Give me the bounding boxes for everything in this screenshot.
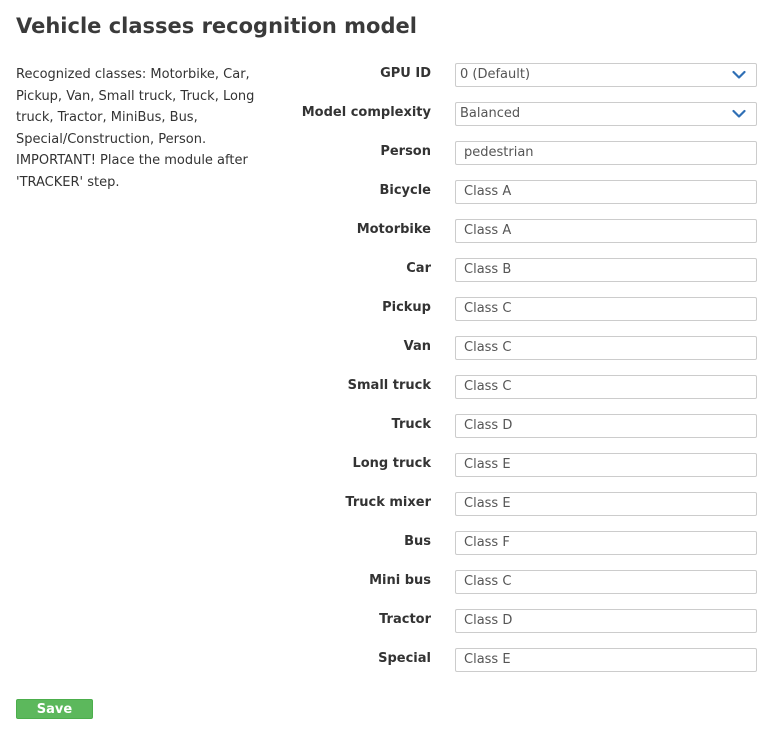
- car-label: Car: [406, 261, 431, 276]
- bicycle-input[interactable]: Class A: [455, 180, 757, 204]
- truck-mixer-input[interactable]: Class E: [455, 492, 757, 516]
- long-truck-label: Long truck: [352, 456, 431, 471]
- small-truck-label: Small truck: [347, 378, 431, 393]
- chevron-down-icon[interactable]: [732, 69, 746, 81]
- small-truck-input[interactable]: Class C: [455, 375, 757, 399]
- pickup-value: Class C: [464, 301, 512, 316]
- van-label: Van: [403, 339, 431, 354]
- van-input[interactable]: Class C: [455, 336, 757, 360]
- mini-bus-label: Mini bus: [369, 573, 431, 588]
- special-input[interactable]: Class E: [455, 648, 757, 672]
- small-truck-value: Class C: [464, 379, 512, 394]
- mini-bus-value: Class C: [464, 574, 512, 589]
- motorbike-label: Motorbike: [356, 222, 431, 237]
- page-title: Vehicle classes recognition model: [16, 14, 417, 38]
- model-complexity-label: Model complexity: [301, 105, 431, 120]
- long-truck-input[interactable]: Class E: [455, 453, 757, 477]
- truck-mixer-value: Class E: [464, 496, 511, 511]
- bicycle-value: Class A: [464, 184, 512, 199]
- chevron-down-icon[interactable]: [732, 108, 746, 120]
- truck-value: Class D: [464, 418, 513, 433]
- module-description: Recognized classes: Motorbike, Car, Pick…: [16, 67, 255, 190]
- long-truck-value: Class E: [464, 457, 511, 472]
- tractor-input[interactable]: Class D: [455, 609, 757, 633]
- mini-bus-input[interactable]: Class C: [455, 570, 757, 594]
- van-value: Class C: [464, 340, 512, 355]
- bus-label: Bus: [404, 534, 431, 549]
- car-input[interactable]: Class B: [455, 258, 757, 282]
- model-complexity-select[interactable]: Balanced: [455, 102, 757, 126]
- person-label: Person: [380, 144, 431, 159]
- truck-mixer-label: Truck mixer: [345, 495, 431, 510]
- gpu-id-select[interactable]: 0 (Default): [455, 63, 757, 87]
- gpu-id-value: 0 (Default): [460, 67, 531, 82]
- tractor-value: Class D: [464, 613, 513, 628]
- motorbike-input[interactable]: Class A: [455, 219, 757, 243]
- model-complexity-value: Balanced: [460, 106, 521, 121]
- pickup-input[interactable]: Class C: [455, 297, 757, 321]
- person-input[interactable]: pedestrian: [455, 141, 757, 165]
- special-label: Special: [378, 651, 431, 666]
- bicycle-label: Bicycle: [379, 183, 431, 198]
- bus-input[interactable]: Class F: [455, 531, 757, 555]
- special-value: Class E: [464, 652, 511, 667]
- pickup-label: Pickup: [382, 300, 431, 315]
- tractor-label: Tractor: [379, 612, 431, 627]
- truck-input[interactable]: Class D: [455, 414, 757, 438]
- gpu-id-label: GPU ID: [380, 66, 431, 81]
- save-button[interactable]: Save: [16, 699, 93, 719]
- truck-label: Truck: [391, 417, 431, 432]
- person-value: pedestrian: [464, 145, 534, 160]
- car-value: Class B: [464, 262, 512, 277]
- motorbike-value: Class A: [464, 223, 512, 238]
- bus-value: Class F: [464, 535, 510, 550]
